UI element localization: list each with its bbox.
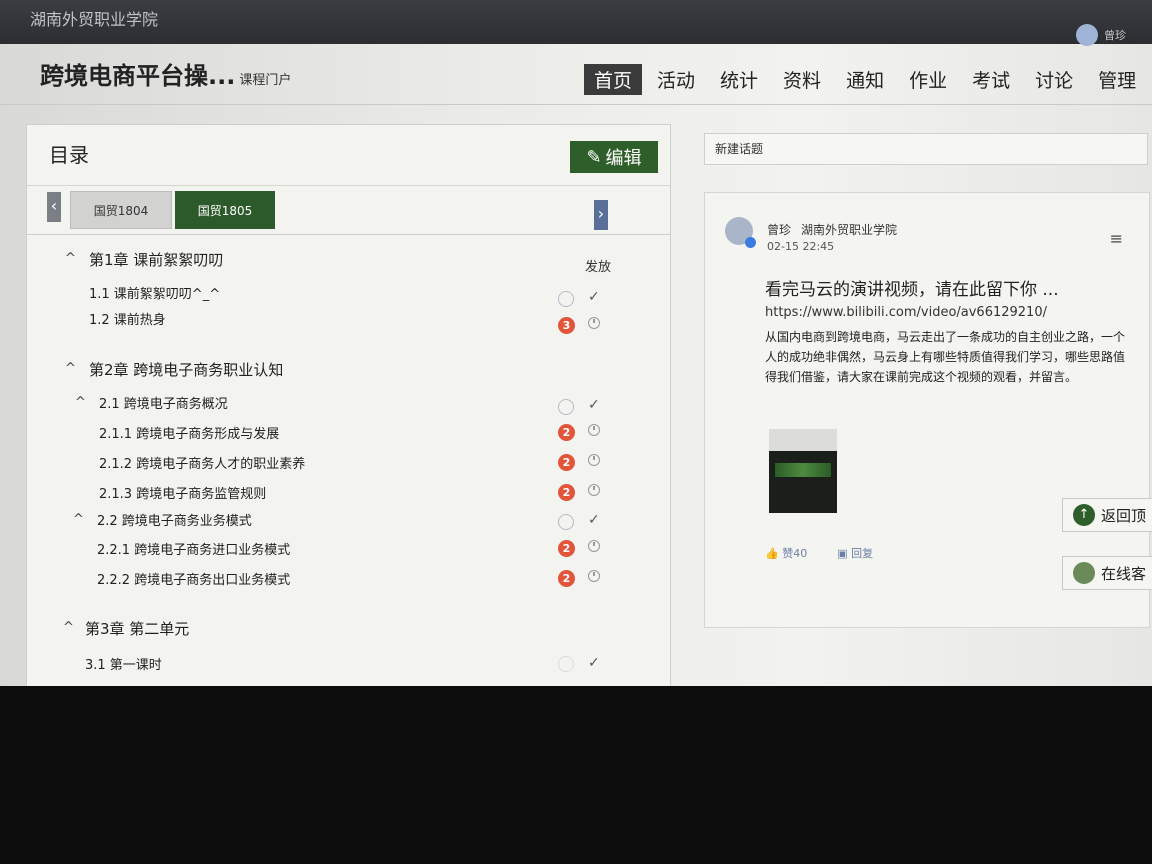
comment-icon: ▣ [837,547,848,560]
status-badge: 2 [558,540,576,558]
screen: 湖南外贸职业学院 曾珍 跨境电商平台操... 课程门户 首页 活动 统计 资料 通… [0,0,1152,686]
status-circle-icon [558,399,576,417]
back-to-top-button[interactable]: ↑ 返回顶 [1062,498,1152,532]
check-icon[interactable]: ✓ [588,655,600,671]
post-author-name: 曾珍 [767,223,792,237]
avatar [1076,24,1098,46]
like-button[interactable]: 👍 赞40 [765,545,807,561]
status-badge: 2 [558,454,576,472]
clock-icon[interactable] [588,317,600,333]
arrow-up-icon: ↑ [1073,504,1095,526]
like-count: 赞40 [782,547,808,560]
school-name: 湖南外贸职业学院 [30,10,159,29]
online-service-button[interactable]: 在线客 [1062,556,1152,590]
tab-class-1805[interactable]: 国贸1805 [175,191,275,229]
catalog-panel: 目录 ✎ 编辑 ‹ 国贸1804 国贸1805 › 发放 ^ 第1章 课前絮絮叨… [26,124,671,686]
nav-materials[interactable]: 资料 [773,64,831,95]
online-service-label: 在线客 [1101,564,1147,583]
clock-icon[interactable] [588,570,600,586]
post-body: 从国内电商到跨境电商，马云走出了一条成功的自主创业之路，一个人的成功绝非偶然，马… [765,330,1126,384]
video-thumbnail[interactable] [769,429,837,513]
tabs-prev-arrow-icon[interactable]: ‹ [47,192,61,222]
user-name: 曾珍 [1104,29,1126,42]
post-author: 曾珍 湖南外贸职业学院 [767,221,897,238]
pencil-icon: ✎ [586,146,602,167]
main-nav: 首页 活动 统计 资料 通知 作业 考试 讨论 管理 [584,64,1151,95]
clock-icon[interactable] [588,484,600,500]
row-title: 3.1 第一课时 [85,658,162,673]
check-icon[interactable]: ✓ [588,512,600,528]
nav-exam[interactable]: 考试 [962,64,1020,95]
row-title: 2.1 跨境电子商务概况 [99,397,228,412]
status-badge: 2 [558,570,576,588]
row-title: 2.1.2 跨境电子商务人才的职业素养 [99,457,306,472]
post-link[interactable]: https://www.bilibili.com/video/av6612921… [765,305,1047,320]
row-title: 2.1.3 跨境电子商务监管规则 [99,487,267,502]
headset-icon [1073,562,1095,584]
reply-button[interactable]: ▣ 回复 [837,545,873,561]
nav-notice[interactable]: 通知 [836,64,894,95]
row-title: 2.2.1 跨境电子商务进口业务模式 [97,543,291,558]
edit-button[interactable]: ✎ 编辑 [570,141,658,173]
row-title: 第3章 第二单元 [85,620,190,638]
reply-label: 回复 [851,547,874,560]
post-author-school: 湖南外贸职业学院 [801,223,898,237]
catalog-title: 目录 [49,143,89,167]
column-header-release: 发放 [585,260,612,275]
status-circle-icon [558,291,576,309]
nav-statistics[interactable]: 统计 [710,64,768,95]
back-to-top-label: 返回顶 [1101,506,1147,525]
course-title: 跨境电商平台操... 课程门户 [40,56,291,91]
post-actions: 👍 赞40 ▣ 回复 [765,545,873,561]
clock-icon[interactable] [588,540,600,556]
row-title: 第1章 课前絮絮叨叨 [89,251,224,269]
menu-icon[interactable]: ≡ [1110,229,1123,248]
row-title: 2.2 跨境电子商务业务模式 [97,514,252,529]
post-title[interactable]: 看完马云的演讲视频，请在此留下你 ... [765,275,1059,300]
thumbs-up-icon: 👍 [765,547,779,560]
top-bar: 湖南外贸职业学院 曾珍 [0,0,1152,46]
user-menu[interactable]: 曾珍 [1076,24,1126,46]
status-circle-icon [558,656,576,674]
row-title: 1.2 课前热身 [89,313,166,328]
chevron-up-icon[interactable]: ^ [75,395,86,410]
clock-icon[interactable] [588,424,600,440]
course-title-text: 跨境电商平台操... [40,62,236,90]
check-icon[interactable]: ✓ [588,397,600,413]
clock-icon[interactable] [588,454,600,470]
nav-manage[interactable]: 管理 [1088,64,1146,95]
row-title: 2.2.2 跨境电子商务出口业务模式 [97,573,291,588]
status-badge: 2 [558,484,576,502]
new-topic-input[interactable]: 新建话题 [704,133,1148,165]
avatar[interactable] [725,217,756,248]
nav-home[interactable]: 首页 [584,64,643,95]
chevron-up-icon[interactable]: ^ [65,251,76,266]
edit-button-label: 编辑 [605,148,642,168]
status-badge: 2 [558,424,576,442]
nav-homework[interactable]: 作业 [899,64,957,95]
row-title: 1.1 课前絮絮叨叨^_^ [89,287,221,302]
nav-activity[interactable]: 活动 [647,64,705,95]
course-portal-label: 课程门户 [239,73,292,88]
tab-class-1804[interactable]: 国贸1804 [70,191,172,229]
status-circle-icon [558,514,576,532]
chevron-up-icon[interactable]: ^ [63,620,74,635]
row-title: 2.1.1 跨境电子商务形成与发展 [99,427,280,442]
status-badge: 3 [558,317,576,335]
row-title: 第2章 跨境电子商务职业认知 [89,361,284,379]
check-icon[interactable]: ✓ [588,289,600,305]
nav-discussion[interactable]: 讨论 [1025,64,1083,95]
chevron-up-icon[interactable]: ^ [73,512,84,527]
chevron-up-icon[interactable]: ^ [65,361,76,376]
course-header: 跨境电商平台操... 课程门户 首页 活动 统计 资料 通知 作业 考试 讨论 管… [0,44,1152,105]
class-tabs: ‹ 国贸1804 国贸1805 › [27,185,670,235]
post-time: 02-15 22:45 [767,240,835,253]
tabs-next-arrow-icon[interactable]: › [594,200,608,230]
